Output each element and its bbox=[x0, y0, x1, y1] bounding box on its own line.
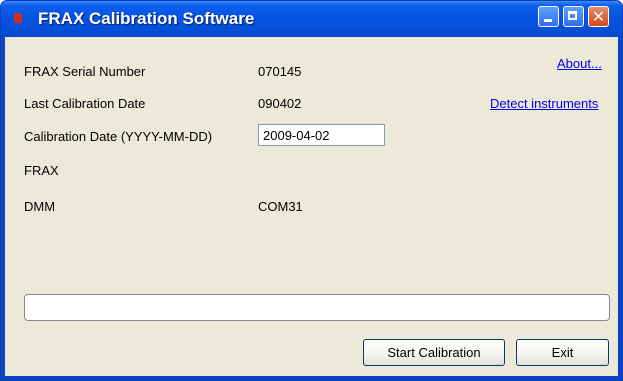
serial-number-value: 070145 bbox=[258, 64, 302, 79]
client-area: FRAX Serial Number 070145 Last Calibrati… bbox=[5, 37, 618, 376]
maximize-button[interactable] bbox=[563, 6, 584, 27]
calibration-progress-bar bbox=[24, 294, 610, 321]
start-calibration-button[interactable]: Start Calibration bbox=[363, 339, 505, 366]
calibration-date-input[interactable] bbox=[258, 124, 385, 146]
about-link[interactable]: About... bbox=[557, 56, 602, 71]
close-icon: ✕ bbox=[591, 7, 606, 26]
last-calibration-value: 090402 bbox=[258, 96, 302, 111]
dmm-label: DMM bbox=[24, 199, 56, 214]
maximize-icon bbox=[568, 11, 577, 20]
title-bar[interactable]: FRAX Calibration Software ✕ bbox=[1, 1, 622, 37]
calibration-date-label: Calibration Date (YYYY-MM-DD) bbox=[24, 129, 213, 144]
exit-button[interactable]: Exit bbox=[516, 339, 609, 366]
window-title: FRAX Calibration Software bbox=[38, 9, 255, 28]
detect-instruments-link[interactable]: Detect instruments bbox=[490, 96, 598, 111]
dmm-value: COM31 bbox=[258, 199, 303, 214]
app-icon bbox=[14, 13, 22, 23]
frax-label: FRAX bbox=[24, 163, 59, 178]
minimize-button[interactable] bbox=[538, 6, 559, 27]
serial-number-label: FRAX Serial Number bbox=[24, 64, 146, 79]
minimize-icon bbox=[544, 19, 552, 22]
last-calibration-label: Last Calibration Date bbox=[24, 96, 146, 111]
app-window: FRAX Calibration Software ✕ FRAX Serial … bbox=[0, 0, 623, 381]
close-button[interactable]: ✕ bbox=[588, 6, 609, 27]
